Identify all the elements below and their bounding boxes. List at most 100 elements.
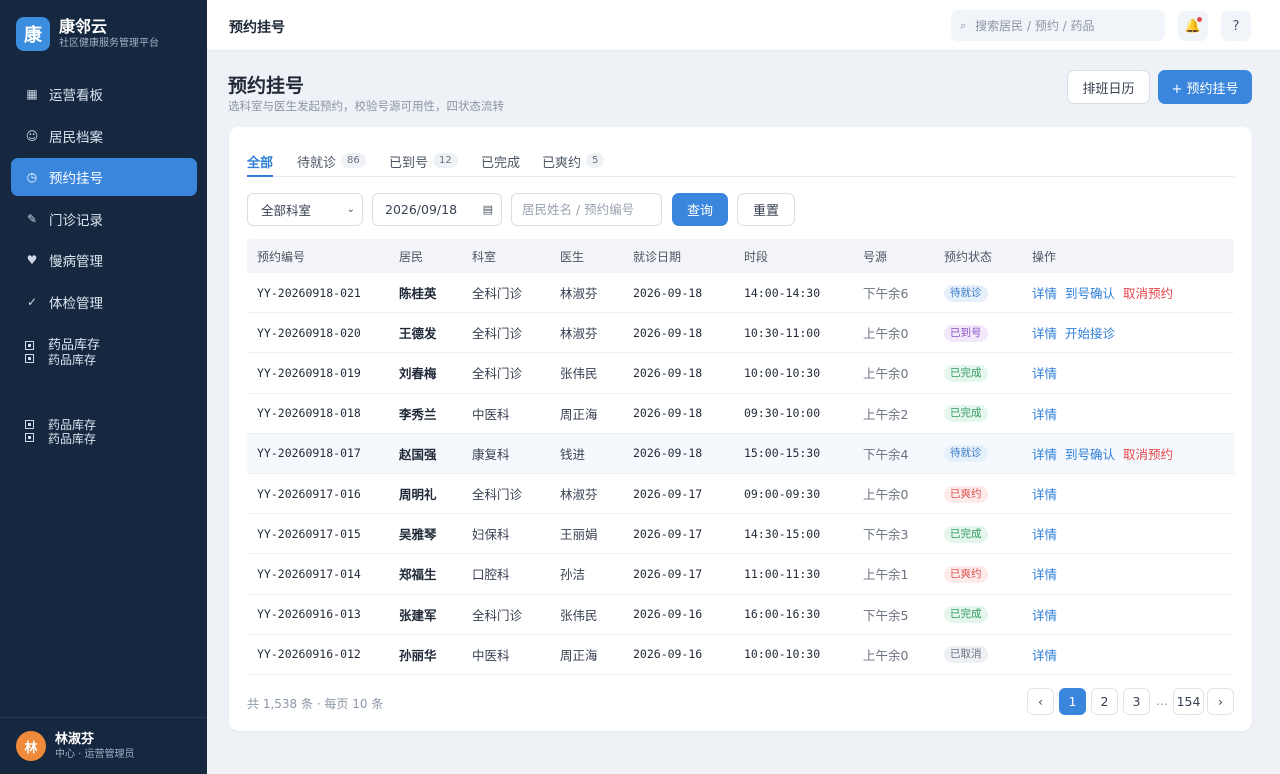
detail-link[interactable]: 详情 (1032, 286, 1057, 301)
doctor: 林淑芬 (560, 487, 598, 503)
tab-1[interactable]: 待就诊 86 (297, 152, 366, 177)
sidebar-item-drug-stock-2[interactable]: 药品库存 药品库存 (25, 418, 96, 446)
detail-link[interactable]: 详情 (1032, 608, 1057, 623)
time-slot: 11:00-11:30 (744, 566, 821, 581)
department: 中医科 (472, 647, 510, 663)
status-badge: 待就诊 (944, 445, 988, 463)
resident-name: 周明礼 (399, 487, 437, 503)
column-header: 预约编号 (257, 249, 306, 264)
status-cell: 已爽约 (944, 485, 1032, 503)
status-tabs: 全部 待就诊 86 已到号 12 已完成 已爽约 5 (247, 152, 1234, 177)
keyword-field[interactable] (511, 193, 662, 226)
appointment-id: YY-20260918-021 (257, 285, 361, 300)
appointments-card: 全部 待就诊 86 已到号 12 已完成 已爽约 5 全部科室 ⌄ 2026/09/18 ▤ … (229, 127, 1252, 731)
sidebar-item-5[interactable]: ✓ 体检管理 (11, 283, 197, 321)
actions-cell: 详情 (1032, 564, 1234, 583)
sidebar-item-4[interactable]: ♥ 慢病管理 (11, 241, 197, 279)
actions-cell: 详情 到号确认 取消预约 (1032, 283, 1234, 302)
checkin-confirm-link[interactable]: 到号确认 (1065, 286, 1115, 301)
tab-4[interactable]: 已爽约 5 (542, 152, 605, 177)
table-row[interactable]: YY-20260918-017 赵国强 康复科 钱进 2026-09-18 15:00-1… (247, 433, 1234, 474)
visit-date: 2026-09-18 (633, 446, 703, 461)
keyword-input[interactable] (522, 202, 657, 217)
detail-link[interactable]: 详情 (1032, 648, 1057, 663)
table-row[interactable]: YY-20260918-019 刘春梅 全科门诊 张伟民 2026-09-18 10:00… (247, 353, 1234, 394)
pagination-page-3[interactable]: 3 (1123, 688, 1150, 715)
pagination-page-last[interactable]: 154 (1173, 688, 1204, 715)
query-button[interactable]: 查询 (672, 193, 728, 226)
pagination-page-2[interactable]: 2 (1091, 688, 1118, 715)
pagination-prev[interactable]: ‹ (1027, 688, 1054, 715)
nav-icon: ♥ (26, 253, 38, 268)
actions-cell: 详情 (1032, 363, 1234, 382)
search-input[interactable] (975, 18, 1146, 33)
schedule-calendar-button[interactable]: 排班日历 (1067, 70, 1150, 104)
user-profile[interactable]: 林 林淑芬 中心 · 运营管理员 (0, 717, 207, 774)
sidebar: 康 康邻云 社区健康服务管理平台 ▦ 运营看板 ☺ 居民档案 ◷ 预约挂号 ✎ 门诊记录 ♥ 慢病… (0, 0, 207, 774)
status-cell: 已取消 (944, 645, 1032, 664)
detail-link[interactable]: 详情 (1032, 527, 1057, 542)
global-search[interactable]: ⌕ (951, 10, 1165, 41)
sidebar-item-1[interactable]: ☺ 居民档案 (11, 117, 197, 155)
slot-availability: 下午余5 (863, 607, 909, 623)
table-row[interactable]: YY-20260918-018 李秀兰 中医科 周正海 2026-09-18 09:30-… (247, 394, 1234, 434)
appointment-id: YY-20260918-017 (257, 446, 361, 461)
nav-icon: ☺ (25, 128, 39, 143)
tab-3[interactable]: 已完成 (481, 152, 520, 177)
cancel-appointment-link[interactable]: 取消预约 (1123, 447, 1173, 462)
user-name: 林淑芬 (55, 731, 95, 747)
column-header: 科室 (472, 249, 497, 264)
appointment-id: YY-20260916-013 (257, 607, 361, 622)
sidebar-item-3[interactable]: ✎ 门诊记录 (11, 200, 197, 238)
cancel-appointment-link[interactable]: 取消预约 (1123, 286, 1173, 301)
new-appointment-button[interactable]: + 预约挂号 (1158, 70, 1252, 104)
pagination-next[interactable]: › (1207, 688, 1234, 715)
sidebar-item-0[interactable]: ▦ 运营看板 (11, 75, 197, 113)
detail-link[interactable]: 详情 (1032, 326, 1057, 341)
resident-name: 张建军 (399, 607, 437, 623)
detail-link[interactable]: 详情 (1032, 366, 1057, 381)
table-row[interactable]: YY-20260916-012 孙丽华 中医科 周正海 2026-09-16 10:00-… (247, 635, 1234, 675)
tab-0[interactable]: 全部 (247, 152, 274, 177)
actions-cell: 详情 到号确认 取消预约 (1032, 444, 1234, 463)
department: 全科门诊 (472, 366, 523, 382)
status-cell: 已到号 (944, 324, 1032, 342)
help-button[interactable]: ? (1221, 11, 1251, 41)
status-badge: 已到号 (944, 324, 988, 342)
slot-availability: 下午余4 (863, 446, 909, 462)
sidebar-item-label: 居民档案 (49, 129, 103, 146)
notification-button[interactable]: 🔔 (1178, 11, 1208, 41)
department-select[interactable]: 全部科室 ⌄ (247, 193, 363, 226)
department: 中医科 (472, 406, 510, 422)
detail-link[interactable]: 详情 (1032, 567, 1057, 582)
resident-name: 王德发 (399, 326, 437, 342)
start-consultation-link[interactable]: 开始接诊 (1065, 326, 1115, 341)
date-picker[interactable]: 2026/09/18 ▤ (372, 193, 502, 226)
table-row[interactable]: YY-20260918-021 陈桂英 全科门诊 林淑芬 2026-09-18 14:00… (247, 273, 1234, 314)
table-header: 预约编号 居民 科室 医生 就诊日期 时段 号源 预约状态 操作 (247, 239, 1234, 273)
table-row[interactable]: YY-20260917-016 周明礼 全科门诊 林淑芬 2026-09-17 09:00… (247, 474, 1234, 515)
time-slot: 10:00-10:30 (744, 365, 821, 380)
pagination-page-1[interactable]: 1 (1059, 688, 1086, 715)
resident-name: 赵国强 (399, 446, 437, 462)
tab-2[interactable]: 已到号 12 (389, 152, 458, 177)
table-row[interactable]: YY-20260917-014 郑福生 口腔科 孙洁 2026-09-17 11:00-1… (247, 554, 1234, 595)
detail-link[interactable]: 详情 (1032, 407, 1057, 422)
appointment-id: YY-20260916-012 (257, 647, 361, 662)
reset-button[interactable]: 重置 (737, 193, 795, 226)
table-row[interactable]: YY-20260918-020 王德发 全科门诊 林淑芬 2026-09-18 10:30… (247, 313, 1234, 354)
detail-link[interactable]: 详情 (1032, 487, 1057, 502)
status-badge: 已取消 (944, 646, 988, 664)
detail-link[interactable]: 详情 (1032, 447, 1057, 462)
sidebar-item-2[interactable]: ◷ 预约挂号 (11, 158, 197, 197)
checkin-confirm-link[interactable]: 到号确认 (1065, 447, 1115, 462)
sidebar-item-drug-stock[interactable]: 药品库存 药品库存 (25, 339, 100, 367)
sidebar-item-label: 慢病管理 (49, 254, 103, 271)
table-row[interactable]: YY-20260917-015 吴雅琴 妇保科 王丽娟 2026-09-17 14:30-… (247, 514, 1234, 555)
visit-date: 2026-09-18 (633, 365, 703, 380)
status-cell: 已完成 (944, 605, 1032, 624)
table-row[interactable]: YY-20260916-013 张建军 全科门诊 张伟民 2026-09-16 16:00… (247, 595, 1234, 635)
grid-icon (25, 420, 36, 442)
appointment-id: YY-20260917-014 (257, 566, 361, 581)
doctor: 周正海 (560, 406, 598, 422)
